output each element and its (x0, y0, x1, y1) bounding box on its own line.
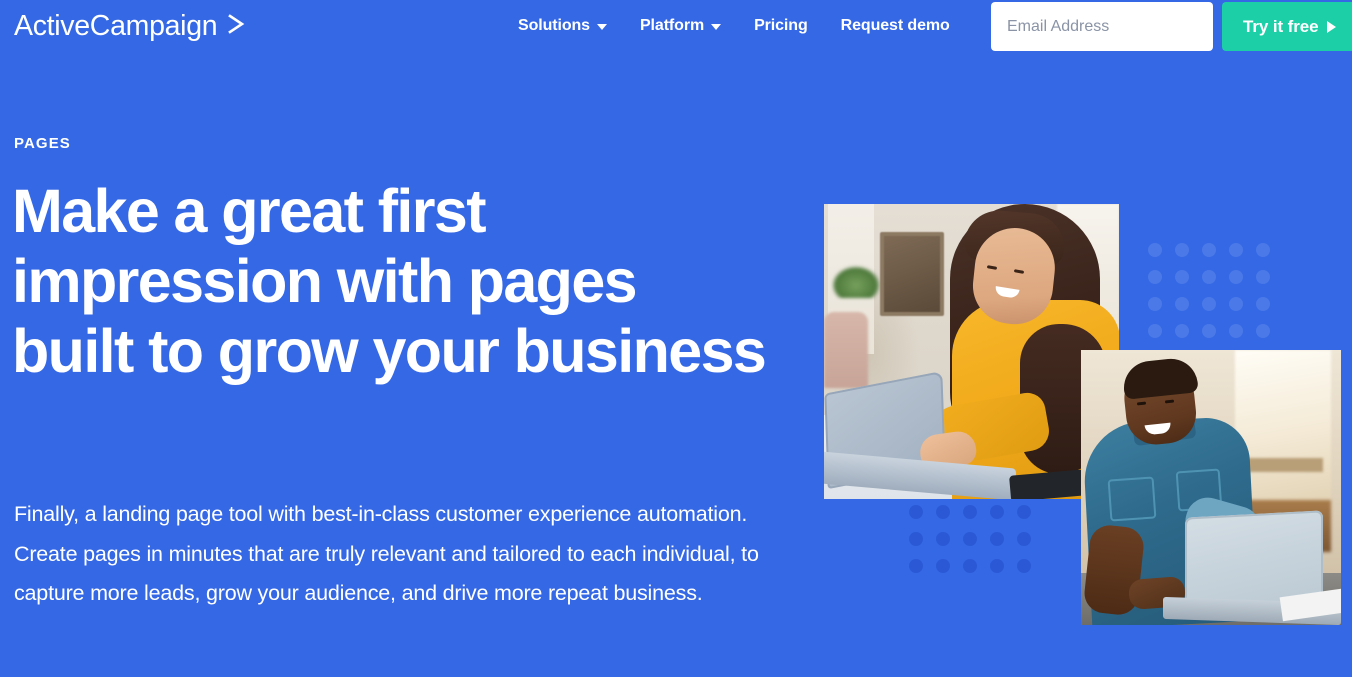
brand-logo-text: ActiveCampaign (14, 9, 218, 42)
decorative-dot-grid-bottom (909, 505, 1031, 573)
site-header: ActiveCampaign Solutions Platform Pricin… (0, 0, 1352, 52)
hero-subcopy: Finally, a landing page tool with best-i… (14, 502, 759, 605)
primary-navigation: Solutions Platform Pricing Request demo (518, 0, 950, 52)
hero-photo-man-at-laptop (1081, 350, 1341, 625)
decorative-dot-grid-top (1148, 243, 1270, 338)
email-input[interactable] (991, 2, 1213, 51)
nav-item-label: Platform (639, 17, 705, 34)
chevron-down-icon (711, 24, 722, 30)
page-title: Make a great first impression with pages… (12, 177, 767, 385)
nav-item-platform[interactable]: Platform (639, 17, 722, 35)
nav-item-label: Solutions (518, 17, 590, 34)
nav-item-request-demo[interactable]: Request demo (841, 17, 950, 35)
nav-item-pricing[interactable]: Pricing (754, 17, 808, 35)
hero-eyebrow: PAGES (14, 135, 71, 152)
play-triangle-icon (1327, 20, 1337, 33)
brand-logo[interactable]: ActiveCampaign (14, 6, 248, 46)
try-it-free-label: Try it free (1243, 16, 1319, 36)
hero-photo-woman-at-laptop (824, 204, 1119, 499)
nav-item-label: Pricing (754, 17, 808, 34)
chevron-right-icon (224, 12, 248, 41)
try-it-free-button[interactable]: Try it free (1222, 2, 1352, 51)
chevron-down-icon (596, 24, 607, 30)
nav-item-label: Request demo (840, 17, 950, 34)
nav-item-solutions[interactable]: Solutions (518, 17, 607, 35)
landing-page: ActiveCampaign Solutions Platform Pricin… (0, 0, 1352, 677)
